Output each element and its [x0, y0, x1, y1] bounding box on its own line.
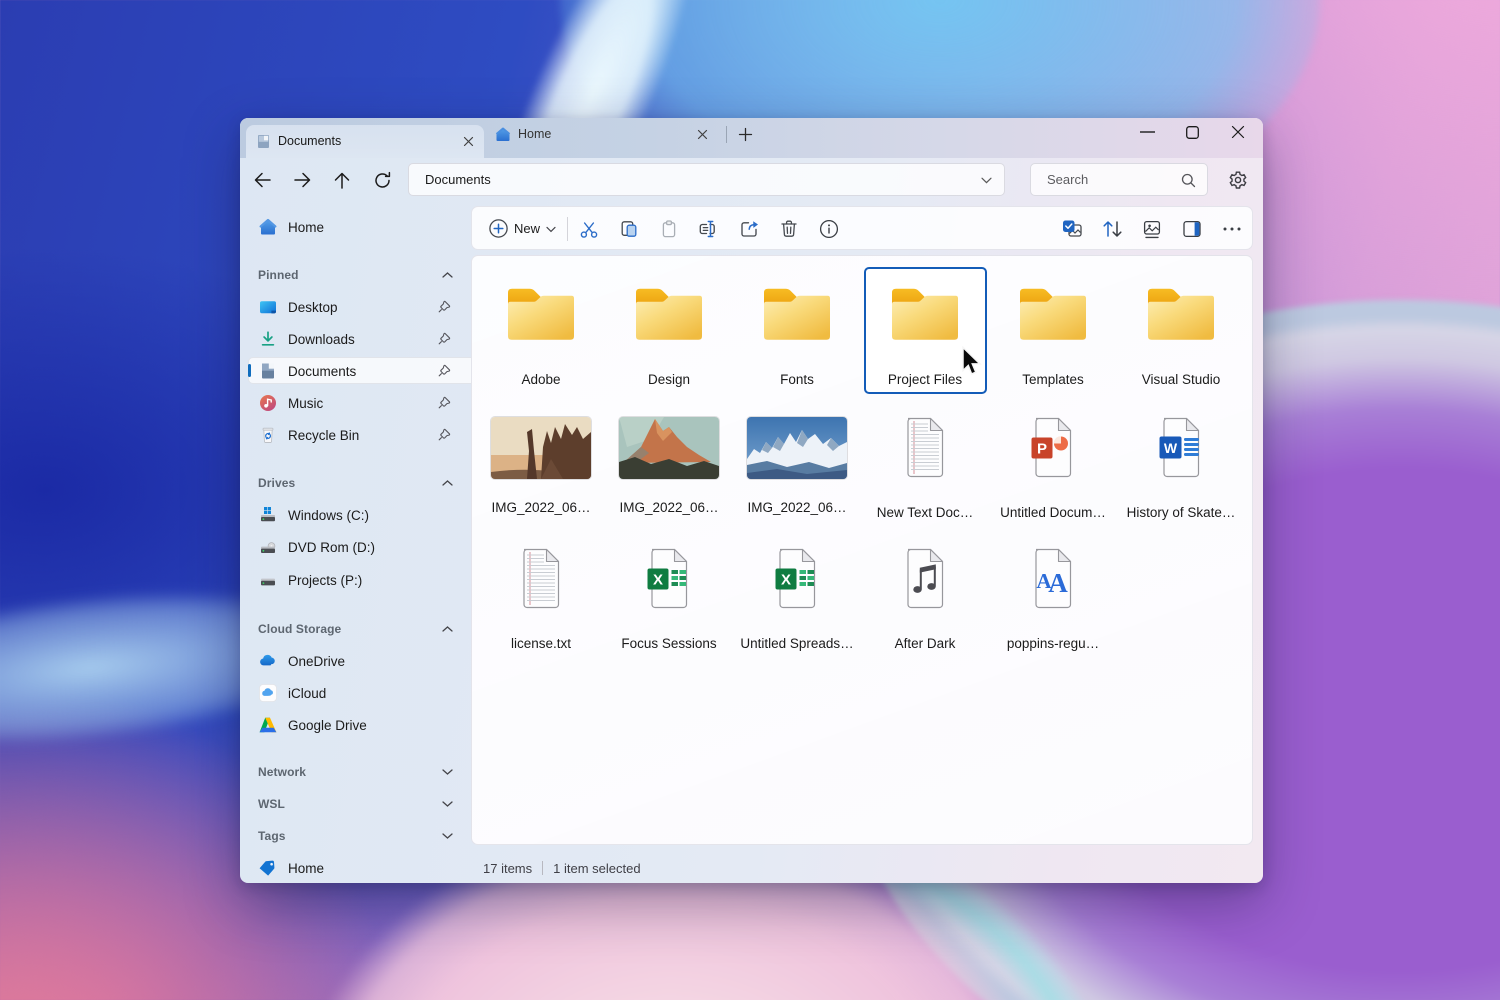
svg-text:X: X — [781, 572, 791, 589]
svg-text:W: W — [1164, 440, 1178, 456]
svg-text:A: A — [1048, 568, 1068, 598]
svg-text:X: X — [653, 572, 663, 589]
svg-text:P: P — [1037, 441, 1047, 458]
